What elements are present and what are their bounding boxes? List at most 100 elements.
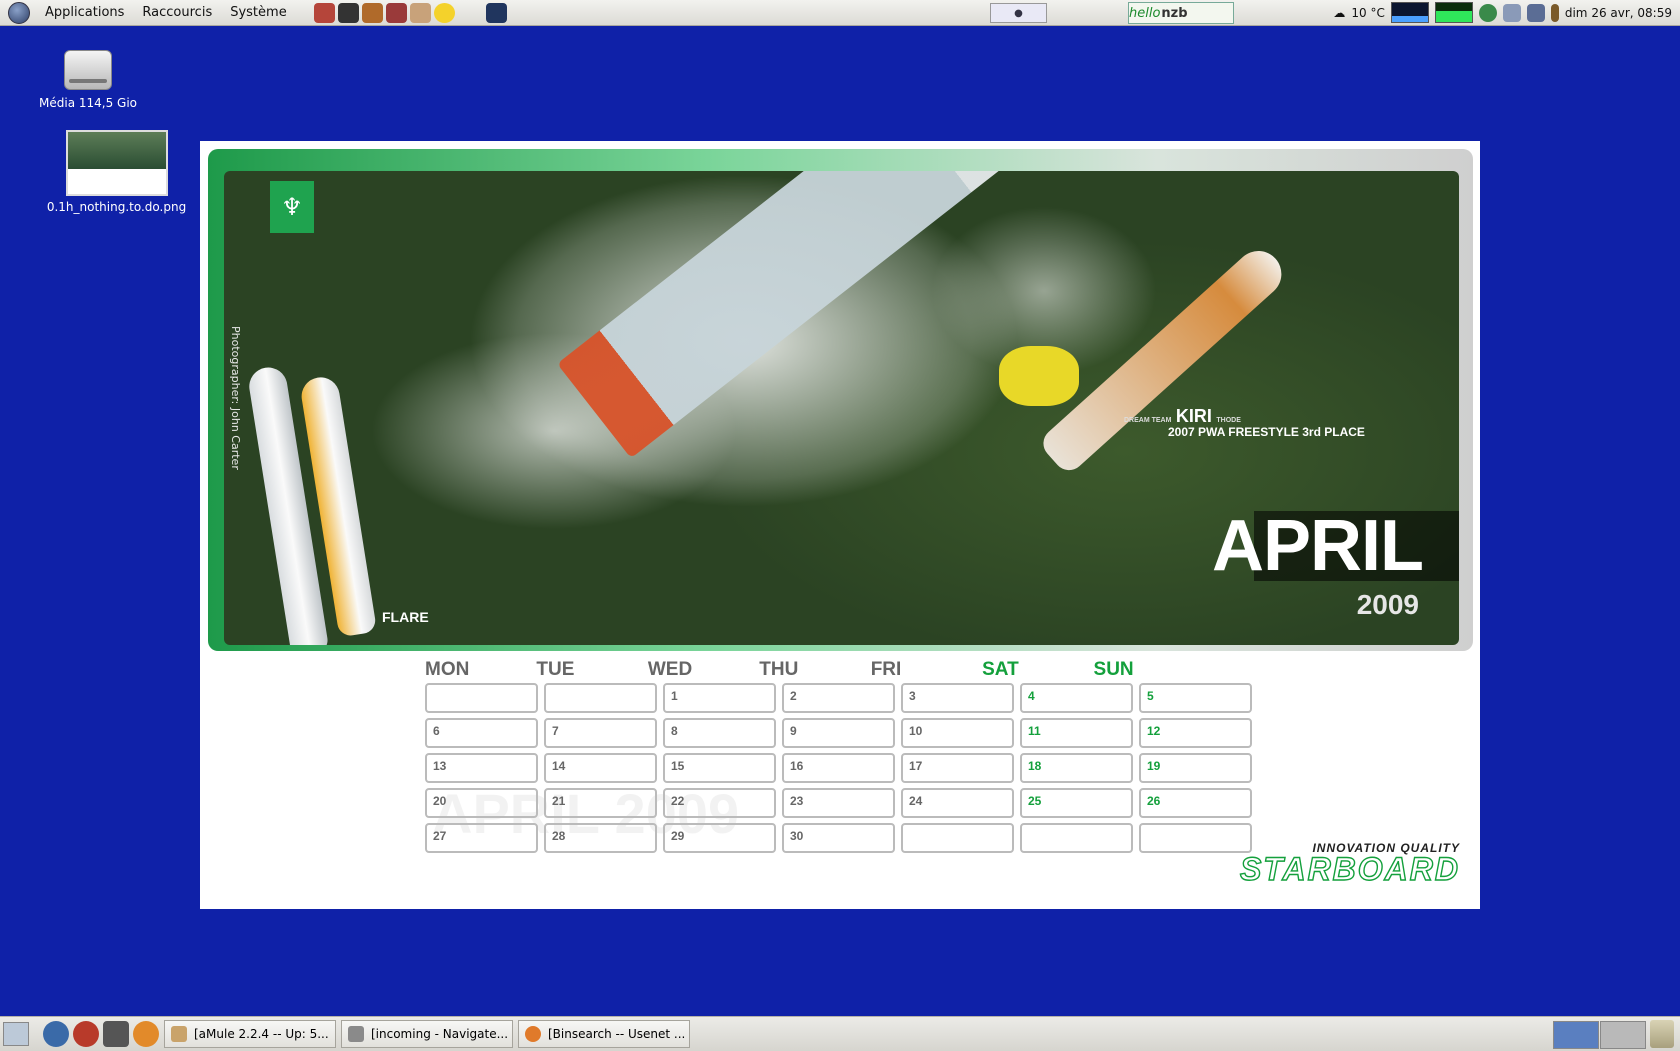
menu-applications[interactable]: Applications bbox=[36, 5, 133, 20]
weekday-fri: FRI bbox=[870, 659, 902, 680]
rider-caption: DREAM TEAM KIRI THODE 2007 PWA FREESTYLE… bbox=[1124, 406, 1365, 439]
calendar-days: 1 2 3 4 5 6 7 8 9 10 11 12 13 14 15 16 17 18 19 20 21 22 23 24 2… bbox=[425, 683, 1252, 853]
folder-icon bbox=[348, 1026, 364, 1042]
workspace-2[interactable] bbox=[1600, 1021, 1646, 1049]
windsurf-sail bbox=[557, 171, 1057, 459]
weekday-sat: SAT bbox=[982, 659, 1019, 680]
image-thumbnail-icon bbox=[65, 130, 168, 196]
desktop-icon-media-drive[interactable]: Média 114,5 Gio bbox=[28, 50, 148, 110]
hellonzb-suffix: nzb bbox=[1161, 5, 1188, 21]
calendar-day-cell: 6 bbox=[425, 718, 538, 748]
hellonzb-applet[interactable]: hello nzb bbox=[1128, 2, 1234, 24]
clock[interactable]: dim 26 avr, 08:59 bbox=[1565, 6, 1672, 20]
editor-launcher-icon[interactable] bbox=[485, 2, 507, 23]
firefox-launcher-icon[interactable] bbox=[313, 2, 335, 23]
vlc-launcher-icon[interactable] bbox=[433, 2, 455, 23]
task-file-browser[interactable]: [incoming - Navigate... bbox=[341, 1020, 513, 1048]
calendar-day-cell: 21 bbox=[544, 788, 657, 818]
calendar-day-cell: 28 bbox=[544, 823, 657, 853]
calendar-day-cell: 22 bbox=[663, 788, 776, 818]
cpu-monitor[interactable] bbox=[1390, 2, 1429, 23]
weather-temperature[interactable]: 10 °C bbox=[1351, 6, 1384, 20]
weekday-wed: WED bbox=[647, 659, 693, 680]
system-tray: ☁ 10 °C dim 26 avr, 08:59 bbox=[1333, 0, 1680, 25]
calendar-day-cell: 30 bbox=[782, 823, 895, 853]
calendar-day-cell: 5 bbox=[1139, 683, 1252, 713]
brand-name: STARBOARD bbox=[1239, 851, 1460, 887]
desktop-icon-label: 0.1h_nothing.to.do.png bbox=[46, 200, 187, 214]
flare-boards bbox=[246, 356, 379, 645]
burner-launcher-icon[interactable] bbox=[133, 1021, 159, 1047]
battery-icon[interactable] bbox=[1550, 3, 1559, 22]
weekday-sun: SUN bbox=[1093, 659, 1134, 680]
calendar-day-cell: 7 bbox=[544, 718, 657, 748]
calendar-day-cell bbox=[544, 683, 657, 713]
calendar-day-cell bbox=[1020, 823, 1133, 853]
calendar-day-cell: 3 bbox=[901, 683, 1014, 713]
workspace-1[interactable] bbox=[1553, 1021, 1599, 1049]
hard-drive-icon bbox=[64, 50, 112, 90]
calendar-wallpaper: ♆ Photographer: John Carter FLARE DREAM … bbox=[200, 141, 1480, 909]
rider-last-name: THODE bbox=[1216, 417, 1241, 424]
calendar-day-cell: 9 bbox=[782, 718, 895, 748]
task-label: [incoming - Navigate... bbox=[371, 1027, 509, 1041]
weekday-header: MON TUE WED THU FRI SAT SUN bbox=[425, 659, 1205, 681]
calendar-day-cell: 10 bbox=[901, 718, 1014, 748]
rider-result: 2007 PWA FREESTYLE 3rd PLACE bbox=[1168, 425, 1365, 439]
calendar-day-cell: 4 bbox=[1020, 683, 1133, 713]
calendar-day-cell: 14 bbox=[544, 753, 657, 783]
task-label: [Binsearch -- Usenet ... bbox=[548, 1027, 686, 1041]
network-monitor[interactable] bbox=[1434, 2, 1473, 23]
desktop-icon-label: Média 114,5 Gio bbox=[39, 96, 137, 110]
folder-launcher-icon[interactable] bbox=[409, 2, 431, 23]
network-globe-icon[interactable] bbox=[1478, 3, 1497, 22]
fox-launcher-icon[interactable] bbox=[73, 1021, 99, 1047]
calendar-day-cell: 2 bbox=[782, 683, 895, 713]
hellonzb-prefix: hello bbox=[1129, 5, 1161, 21]
mask-app-launcher-icon[interactable] bbox=[385, 2, 407, 23]
burger-app-launcher-icon[interactable] bbox=[361, 2, 383, 23]
starboard-brand: INNOVATION QUALITY STARBOARD bbox=[1239, 841, 1460, 887]
calendar-day-cell: 17 bbox=[901, 753, 1014, 783]
starboard-totem-logo-icon: ♆ bbox=[270, 181, 314, 233]
updates-icon[interactable] bbox=[1526, 3, 1545, 22]
calendar-day-cell: 19 bbox=[1139, 753, 1252, 783]
task-binsearch[interactable]: [Binsearch -- Usenet ... bbox=[518, 1020, 690, 1048]
top-panel: Applications Raccourcis Système ● hello n… bbox=[0, 0, 1680, 26]
calendar-day-cell: 18 bbox=[1020, 753, 1133, 783]
thunderbird-launcher-icon[interactable] bbox=[43, 1021, 69, 1047]
trash-icon[interactable] bbox=[1650, 1020, 1674, 1048]
calendar-day-cell: 27 bbox=[425, 823, 538, 853]
terminal-launcher-icon[interactable] bbox=[337, 2, 359, 23]
month-title: APRIL bbox=[1212, 506, 1424, 586]
calendar-day-cell: 12 bbox=[1139, 718, 1252, 748]
workspace-switcher bbox=[1553, 1021, 1646, 1049]
calendar-day-cell: 1 bbox=[663, 683, 776, 713]
camera-launcher-icon[interactable] bbox=[103, 1021, 129, 1047]
rider-team: DREAM TEAM bbox=[1124, 417, 1172, 424]
bottom-panel: [aMule 2.2.4 -- Up: 5... [incoming - Nav… bbox=[0, 1016, 1680, 1051]
weekday-thu: THU bbox=[759, 659, 799, 680]
menu-systeme[interactable]: Système bbox=[221, 5, 295, 20]
calendar-day-cell: 23 bbox=[782, 788, 895, 818]
desktop-icon-png-file[interactable]: 0.1h_nothing.to.do.png bbox=[44, 130, 189, 214]
quick-launch bbox=[43, 1021, 159, 1047]
task-label: [aMule 2.2.4 -- Up: 5... bbox=[194, 1027, 329, 1041]
show-desktop-icon[interactable] bbox=[3, 1022, 29, 1046]
menu-raccourcis[interactable]: Raccourcis bbox=[133, 5, 221, 20]
weekday-tue: TUE bbox=[536, 659, 575, 680]
year-title: 2009 bbox=[1356, 589, 1419, 620]
task-amule[interactable]: [aMule 2.2.4 -- Up: 5... bbox=[164, 1020, 336, 1048]
calendar-day-cell: 8 bbox=[663, 718, 776, 748]
panel-launchers bbox=[313, 2, 507, 23]
gnome-applet-icon[interactable]: ● bbox=[990, 3, 1047, 23]
windsurf-photo: ♆ Photographer: John Carter FLARE DREAM … bbox=[224, 171, 1459, 645]
weather-cloud-icon[interactable]: ☁ bbox=[1333, 6, 1345, 20]
photo-frame: ♆ Photographer: John Carter FLARE DREAM … bbox=[208, 149, 1473, 651]
calendar-day-cell: 24 bbox=[901, 788, 1014, 818]
calendar-day-cell: 15 bbox=[663, 753, 776, 783]
printer-icon[interactable] bbox=[1502, 3, 1521, 22]
calendar-day-cell bbox=[1139, 823, 1252, 853]
main-menu-logo-icon[interactable] bbox=[8, 1, 30, 24]
firefox-icon bbox=[525, 1026, 541, 1042]
